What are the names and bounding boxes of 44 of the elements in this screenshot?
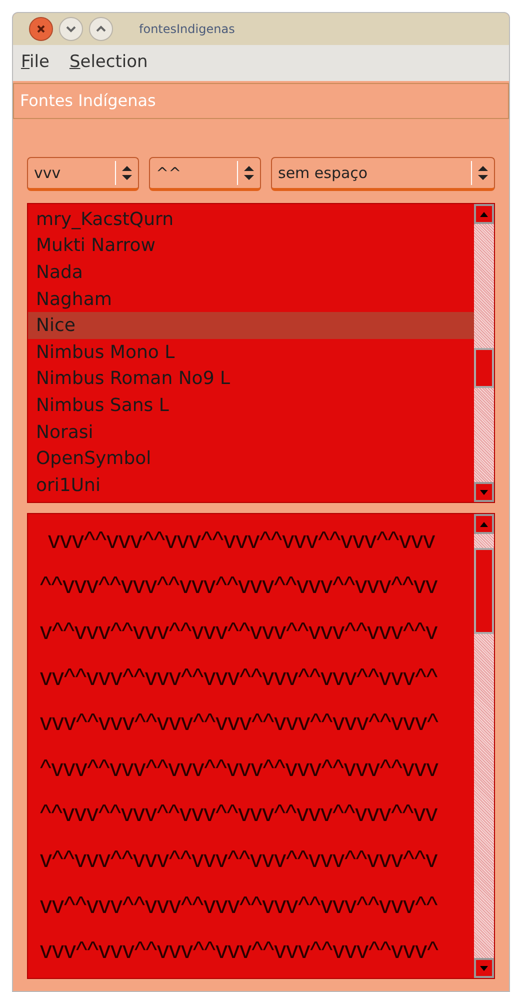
- title-field[interactable]: Fontes Indígenas: [13, 83, 509, 119]
- font-list-item[interactable]: Nice: [28, 312, 474, 339]
- preview-text: ^vvv^^vvv^^vvv^^vvv^^vvv^^vvv^^vvv: [40, 754, 440, 783]
- font-list-item[interactable]: Nimbus Mono L: [28, 338, 474, 366]
- scroll-up-button[interactable]: [474, 514, 494, 534]
- font-list-item[interactable]: OpenSymbol: [28, 445, 474, 472]
- font-list-item[interactable]: Mukti Narrow: [28, 232, 474, 260]
- window-title: fontesIndigenas: [139, 21, 235, 38]
- scrollbar[interactable]: [474, 204, 494, 502]
- scroll-thumb[interactable]: [474, 548, 494, 634]
- down-arrow-icon: [480, 966, 488, 970]
- scroll-up-button[interactable]: [474, 204, 494, 224]
- preview-text: ^^vvv^^vvv^^vvv^^vvv^^vvv^^vvv^^vv: [40, 572, 439, 600]
- dropdown[interactable]: sem espaço: [271, 157, 495, 191]
- menu-item[interactable]: File: [21, 50, 50, 76]
- menu-item[interactable]: Selection: [69, 50, 148, 76]
- font-list-item[interactable]: Nimbus Sans L: [28, 392, 474, 419]
- font-list-item[interactable]: Nada: [28, 259, 474, 286]
- preview-text: vv^^vvv^^vvv^^vvv^^vvv^^vvv^^vvv^^: [40, 892, 439, 920]
- minimize-button[interactable]: [59, 17, 83, 41]
- scroll-thumb[interactable]: [474, 348, 494, 388]
- up-arrow-icon: [480, 212, 488, 216]
- font-list-item[interactable]: Norasi: [28, 418, 474, 446]
- preview-text: v^^vvv^^vvv^^vvv^^vvv^^vvv^^vvv^^v: [40, 618, 439, 646]
- scroll-down-button[interactable]: [474, 958, 494, 978]
- font-list-item[interactable]: Nagham: [28, 286, 474, 312]
- scroll-down-button[interactable]: [474, 482, 494, 502]
- down-arrow-icon: [480, 490, 488, 494]
- up-arrow-icon: [480, 522, 488, 526]
- font-list-item[interactable]: Nimbus Roman No9 L: [28, 366, 474, 392]
- preview-text: v^^vvv^^vvv^^vvv^^vvv^^vvv^^vvv^^v: [40, 846, 439, 874]
- dropdown[interactable]: ^^: [149, 157, 261, 191]
- font-list-item[interactable]: mry_KacstQurn: [28, 206, 474, 233]
- maximize-button[interactable]: [89, 17, 113, 41]
- preview-text: ^^vvv^^vvv^^vvv^^vvv^^vvv^^vvv^^vv: [40, 800, 439, 828]
- scrollbar[interactable]: [474, 514, 494, 978]
- preview-text: vvv^^vvv^^vvv^^vvv^^vvv^^vvv^^vvv^: [40, 937, 440, 966]
- preview-text: vvv^^vvv^^vvv^^vvv^^vvv^^vvv^^vvv: [47, 526, 436, 555]
- preview-text: vvv^^vvv^^vvv^^vvv^^vvv^^vvv^^vvv^: [40, 709, 440, 738]
- close-button[interactable]: [29, 17, 53, 41]
- font-list[interactable]: mry_KacstQurn Mukti Narrow Nada Nagham Nice Nimbus Mono L Nimbus Roman No9 L Nimbus Sans L Norasi OpenSymbol ori1Uni: [27, 203, 495, 503]
- font-list-item[interactable]: ori1Uni: [28, 472, 474, 499]
- preview-text: vv^^vvv^^vvv^^vvv^^vvv^^vvv^^vvv^^: [40, 664, 439, 692]
- dropdown[interactable]: vvv: [27, 157, 139, 191]
